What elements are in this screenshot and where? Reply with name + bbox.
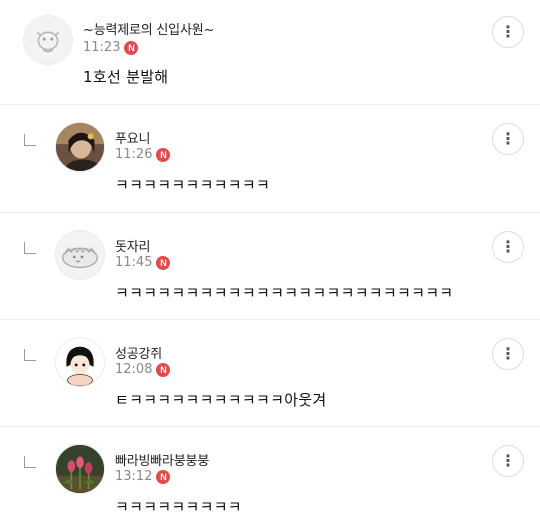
avatar[interactable]: [55, 444, 105, 494]
more-options-button[interactable]: ⋮: [492, 231, 524, 263]
more-options-button[interactable]: ⋮: [492, 338, 524, 370]
timestamp: 11:26: [115, 147, 153, 162]
nickname[interactable]: 돗자리: [115, 236, 150, 255]
timestamp: 12:08: [115, 362, 153, 377]
comment-meta: 13:12 N: [115, 469, 171, 484]
comment-text: ㅌㅋㅋㅋㅋㅋㅋㅋㅋㅋㅋㅋ아웃겨: [115, 391, 327, 409]
reply-arrow-icon: [24, 242, 36, 254]
timestamp: 11:23: [83, 40, 121, 55]
divider: [0, 212, 540, 213]
more-vertical-icon: ⋮: [500, 344, 516, 363]
mat-character-icon: [56, 231, 104, 279]
more-options-button[interactable]: ⋮: [492, 123, 524, 155]
comment-text: 1호선 분발해: [83, 68, 169, 86]
divider: [0, 104, 540, 105]
more-vertical-icon: ⋮: [500, 451, 516, 470]
flower-photo: [56, 445, 104, 493]
more-vertical-icon: ⋮: [500, 237, 516, 256]
more-vertical-icon: ⋮: [500, 129, 516, 148]
avatar[interactable]: [55, 230, 105, 280]
comment-text: ㅋㅋㅋㅋㅋㅋㅋㅋㅋㅋㅋ: [115, 176, 271, 194]
nickname[interactable]: 푸요니: [115, 128, 150, 147]
comment-meta: 11:26 N: [115, 147, 171, 162]
new-badge: N: [156, 362, 171, 377]
profile-photo: [56, 123, 104, 171]
avatar[interactable]: [55, 337, 105, 387]
new-badge: N: [156, 469, 171, 484]
comment-meta: 11:23 N: [83, 40, 139, 55]
nickname[interactable]: 빠라빙빠라붕붕붕: [115, 450, 209, 469]
more-options-button[interactable]: ⋮: [492, 445, 524, 477]
new-badge: N: [156, 147, 171, 162]
comment-meta: 12:08 N: [115, 362, 171, 377]
nickname[interactable]: ~능력제로의 신입사원~: [83, 19, 214, 38]
new-badge: N: [156, 255, 171, 270]
comment-text: ㅋㅋㅋㅋㅋㅋㅋㅋㅋㅋㅋㅋㅋㅋㅋㅋㅋㅋㅋㅋㅋㅋㅋㅋ: [115, 284, 454, 302]
timestamp: 11:45: [115, 255, 153, 270]
comment-meta: 11:45 N: [115, 255, 171, 270]
timestamp: 13:12: [115, 469, 153, 484]
more-options-button[interactable]: ⋮: [492, 16, 524, 48]
comment-text: ㅋㅋㅋㅋㅋㅋㅋㅋㅋ: [115, 498, 242, 516]
new-badge: N: [124, 40, 139, 55]
avatar[interactable]: [55, 122, 105, 172]
avatar[interactable]: [23, 15, 73, 65]
more-vertical-icon: ⋮: [500, 22, 516, 41]
nickname[interactable]: 성공강쥐: [115, 343, 162, 362]
reply-arrow-icon: [24, 349, 36, 361]
divider: [0, 426, 540, 427]
reply-arrow-icon: [24, 456, 36, 468]
divider: [0, 319, 540, 320]
cartoon-girl-icon: [56, 338, 104, 386]
reply-arrow-icon: [24, 134, 36, 146]
default-profile-icon: [24, 16, 72, 64]
